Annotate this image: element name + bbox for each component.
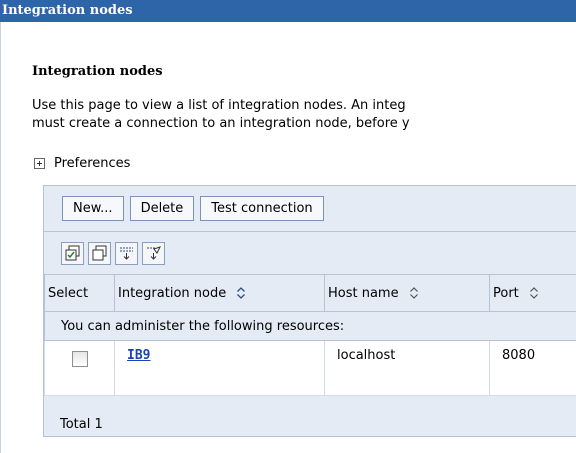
integration-node-link[interactable]: IB9	[127, 348, 150, 363]
page-description: Use this page to view a list of integrat…	[32, 97, 410, 133]
integration-nodes-table: Select Integration node Host name Port Y…	[44, 274, 576, 396]
sort-icon[interactable]	[236, 287, 246, 299]
sort-icon[interactable]	[529, 287, 539, 299]
total-count: Total 1	[60, 417, 103, 432]
show-filter-icon[interactable]	[115, 241, 138, 265]
sort-icon[interactable]	[409, 287, 419, 299]
column-header-integration-node[interactable]: Integration node	[114, 274, 325, 312]
deselect-all-icon[interactable]	[88, 241, 111, 265]
select-all-icon[interactable]	[61, 241, 84, 265]
port-cell: 8080	[489, 340, 576, 396]
expand-icon[interactable]	[34, 158, 45, 169]
description-line-2: must create a connection to an integrati…	[32, 116, 410, 131]
icon-toolbar	[44, 231, 576, 274]
left-border	[0, 22, 1, 453]
group-label: You can administer the following resourc…	[44, 311, 576, 341]
integration-node-cell: IB9	[114, 340, 325, 396]
collection-panel: New... Delete Test connection Select Int…	[43, 185, 576, 437]
column-header-port[interactable]: Port	[489, 274, 576, 312]
test-connection-button[interactable]: Test connection	[200, 196, 324, 221]
host-name-cell: localhost	[324, 340, 490, 396]
page-title: Integration nodes	[32, 64, 163, 79]
clear-filter-icon[interactable]	[142, 241, 165, 265]
delete-button[interactable]: Delete	[129, 196, 195, 221]
preferences-toggle[interactable]: Preferences	[32, 156, 130, 171]
select-cell	[44, 340, 115, 396]
group-row: You can administer the following resourc…	[44, 311, 576, 341]
column-header-select: Select	[44, 274, 115, 312]
description-line-1: Use this page to view a list of integrat…	[32, 98, 406, 113]
button-toolbar: New... Delete Test connection	[44, 186, 576, 231]
window-title: Integration nodes	[0, 0, 576, 22]
table-row: IB9 localhost 8080	[44, 340, 576, 396]
column-header-host-name[interactable]: Host name	[324, 274, 490, 312]
row-checkbox[interactable]	[71, 351, 88, 367]
preferences-label[interactable]: Preferences	[54, 156, 130, 171]
new-button[interactable]: New...	[62, 196, 124, 221]
